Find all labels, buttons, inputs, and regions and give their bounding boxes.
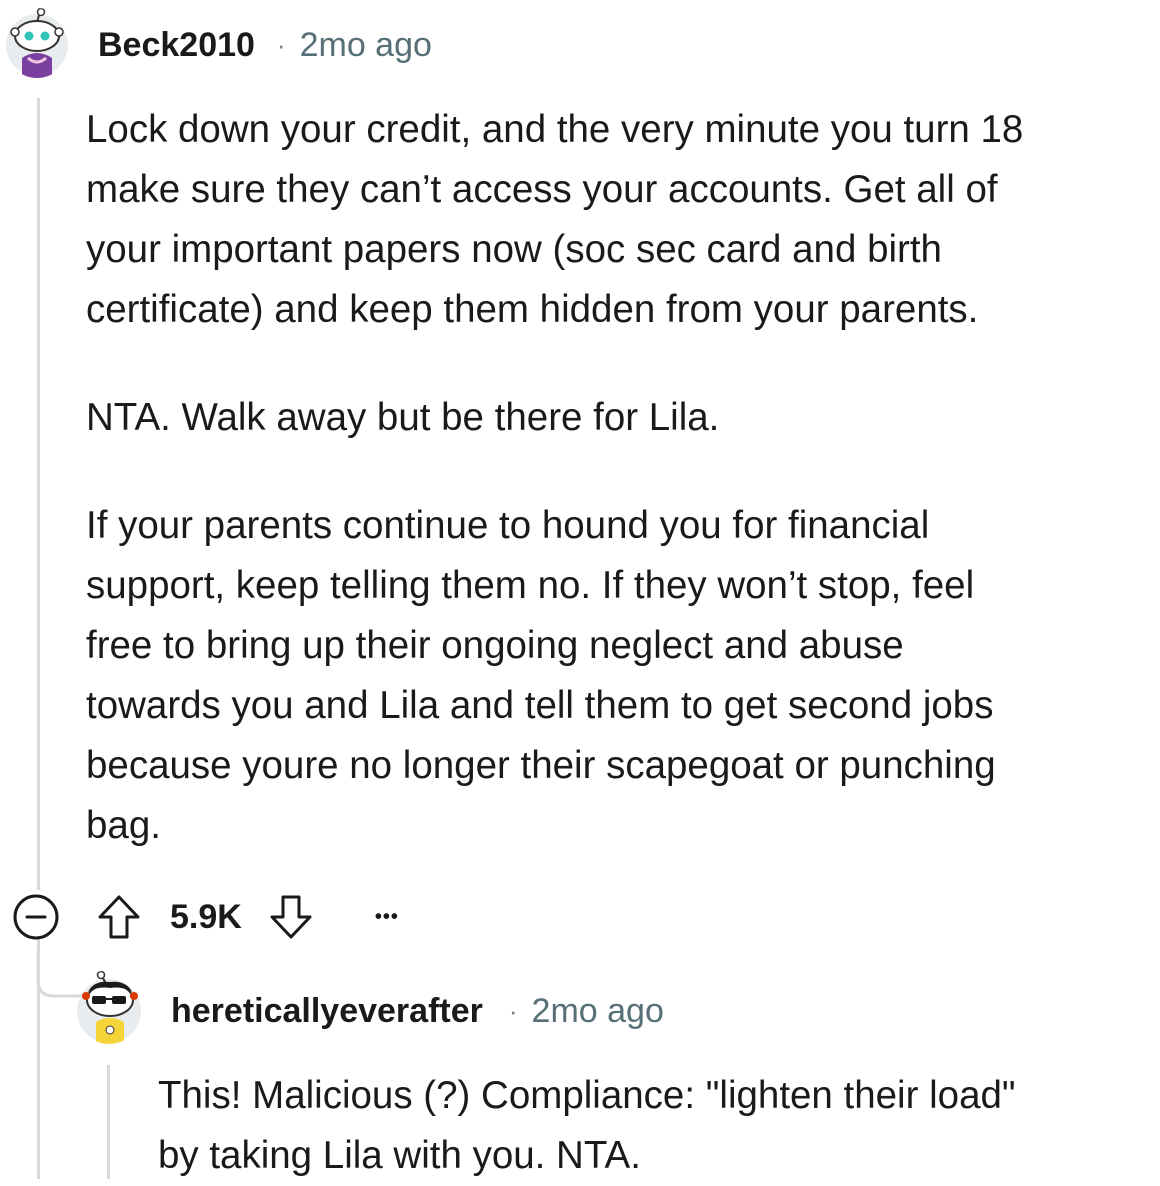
comment-paragraph: If your parents continue to hound you fo… xyxy=(86,496,1023,856)
separator-dot: · xyxy=(508,995,518,1026)
comment-paragraph: This! Malicious (?) Compliance: "lighten… xyxy=(158,1066,1016,1186)
comment-line: certificate) and keep them hidden from y… xyxy=(86,288,979,331)
downvote-button[interactable] xyxy=(266,892,316,942)
comment-header: Beck2010 · 2mo ago xyxy=(98,22,432,68)
thread-line-reply[interactable] xyxy=(107,1065,110,1179)
upvote-arrow-icon xyxy=(98,895,140,939)
comment-line: make sure they can’t access your account… xyxy=(86,168,998,211)
collapse-minus-icon xyxy=(13,894,59,940)
timestamp[interactable]: 2mo ago xyxy=(532,992,664,1031)
comment-line: NTA. Walk away but be there for Lila. xyxy=(86,396,720,439)
comment-action-bar: 5.9K ••• xyxy=(11,892,412,942)
upvote-button[interactable] xyxy=(94,892,144,942)
comment-line: your important papers now (soc sec card … xyxy=(86,228,942,271)
comment-line: Lock down your credit, and the very minu… xyxy=(86,108,1024,151)
comment-line: towards you and Lila and tell them to ge… xyxy=(86,684,994,727)
username[interactable]: hereticallyeverafter xyxy=(171,992,483,1031)
more-options-icon: ••• xyxy=(374,905,399,928)
comment-body: This! Malicious (?) Compliance: "lighten… xyxy=(158,1066,1016,1186)
comment-paragraph: Lock down your credit, and the very minu… xyxy=(86,100,1023,340)
comment-line: bag. xyxy=(86,804,161,847)
collapse-button[interactable] xyxy=(11,892,61,942)
vote-score: 5.9K xyxy=(170,897,242,936)
comment-line: free to bring up their ongoing neglect a… xyxy=(86,624,904,667)
comment-line: by taking Lila with you. NTA. xyxy=(158,1134,641,1177)
separator-dot: · xyxy=(276,29,286,60)
avatar[interactable] xyxy=(74,970,144,1044)
snoo-avatar-icon xyxy=(6,8,68,78)
comment-header: hereticallyeverafter · 2mo ago xyxy=(171,988,664,1034)
username[interactable]: Beck2010 xyxy=(98,26,255,65)
comment-line: support, keep telling them no. If they w… xyxy=(86,564,975,607)
comment-body: Lock down your credit, and the very minu… xyxy=(86,100,1023,856)
avatar[interactable] xyxy=(4,8,70,78)
timestamp[interactable]: 2mo ago xyxy=(300,26,432,65)
downvote-arrow-icon xyxy=(270,895,312,939)
comment-line: because youre no longer their scapegoat … xyxy=(86,744,996,787)
snoo-avatar-icon xyxy=(77,970,141,1044)
thread-line-main[interactable] xyxy=(37,98,40,890)
comment-paragraph: NTA. Walk away but be there for Lila. xyxy=(86,388,1023,448)
comment-line: If your parents continue to hound you fo… xyxy=(86,504,930,547)
comment-line: This! Malicious (?) Compliance: "lighten… xyxy=(158,1074,1016,1117)
more-options-button[interactable]: ••• xyxy=(362,892,412,942)
